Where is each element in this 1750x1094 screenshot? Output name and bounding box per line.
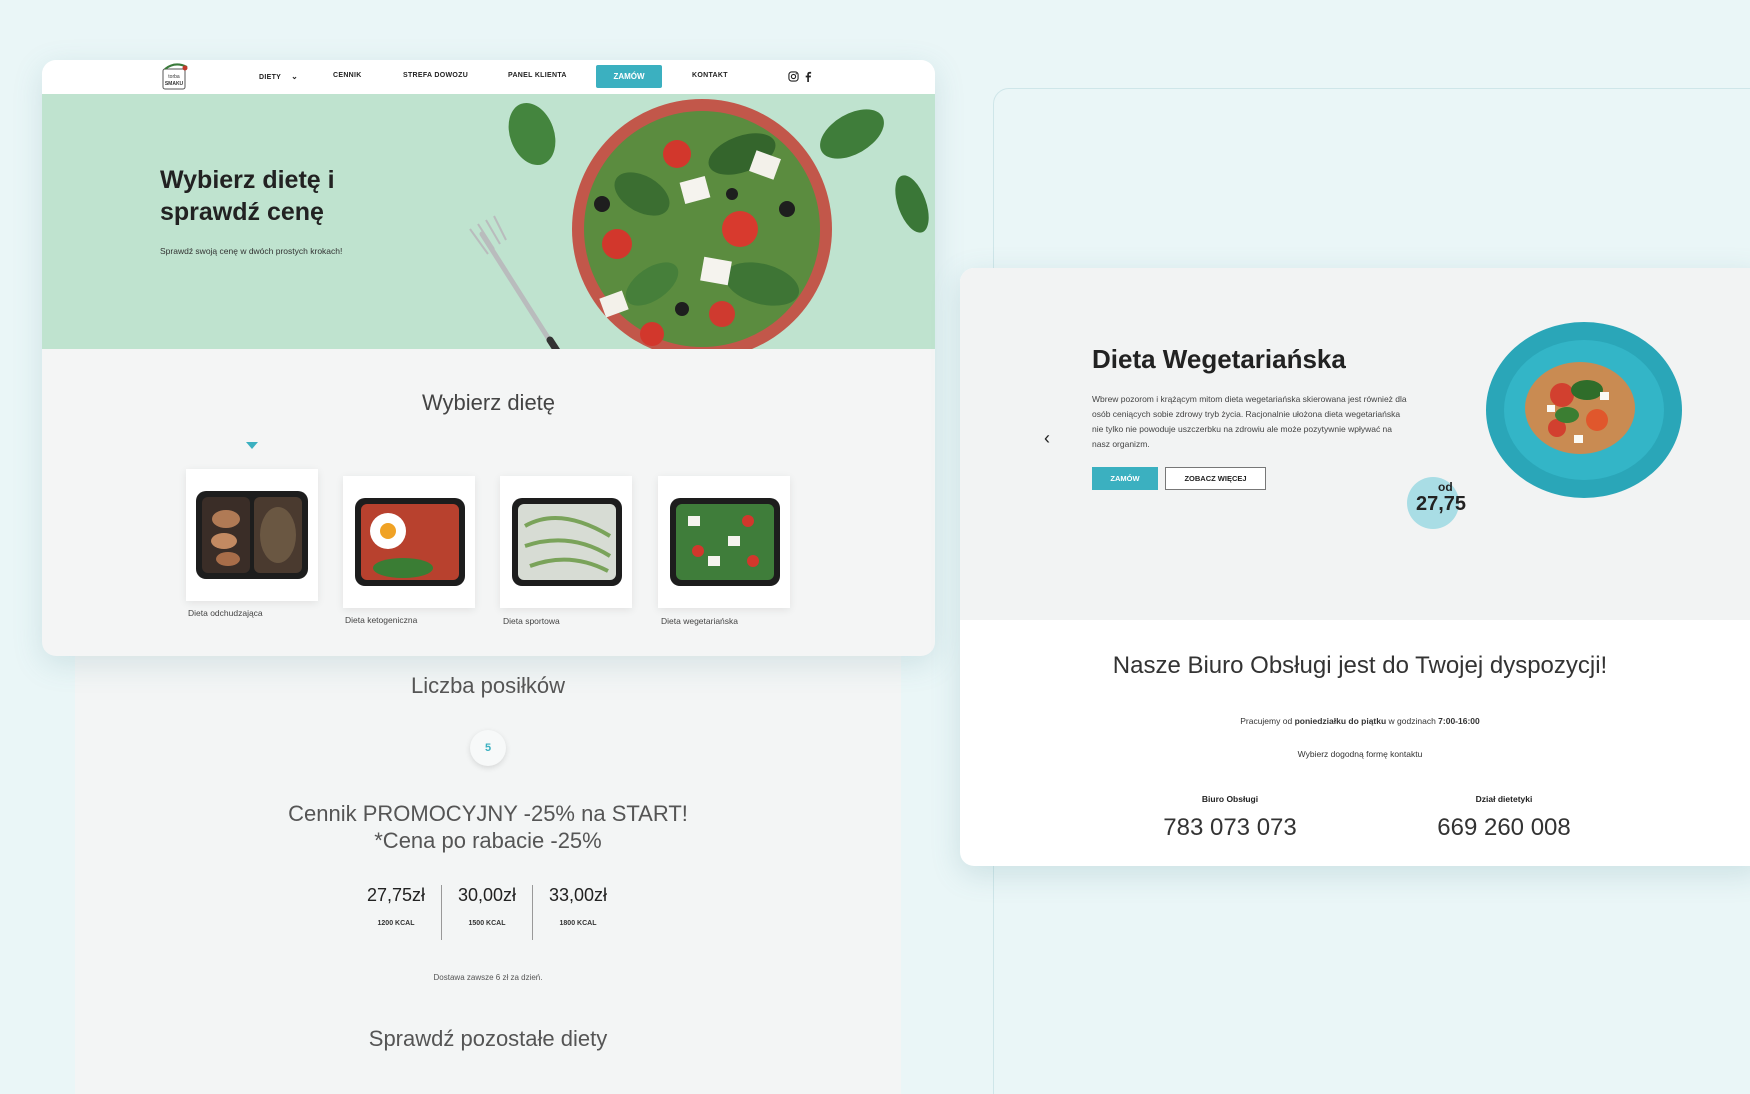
choose-diet-title: Wybierz dietę: [421, 390, 556, 415]
diet-label-ketogeniczna: Dieta ketogeniczna: [345, 615, 418, 625]
chevron-down-icon: ⌄: [291, 72, 299, 81]
meals-title: Liczba posiłków: [410, 673, 566, 698]
selected-indicator-icon: [246, 442, 258, 449]
website-preview-left: torba SMAKU DIETY ⌄ CENNIK STREFA DOWOZU …: [42, 60, 935, 656]
hero-banner: Wybierz dietę i sprawdź cenę Sprawdź swo…: [42, 94, 935, 349]
promo-line1: Cennik PROMOCYJNY -25% na START!: [288, 801, 688, 826]
hero-title: Wybierz dietę i sprawdź cenę: [160, 166, 335, 226]
diet-detail-description: Wbrew pozorom i krążącym mitom dieta weg…: [1092, 394, 1407, 449]
instagram-icon[interactable]: [788, 71, 799, 82]
logo[interactable]: torba SMAKU: [159, 63, 191, 91]
see-more-button[interactable]: ZOBACZ WIĘCEJ: [1165, 467, 1266, 490]
svg-text:SMAKU: SMAKU: [165, 81, 184, 87]
chevron-left-icon[interactable]: ‹: [1044, 428, 1050, 449]
nav-panel-klienta[interactable]: PANEL KLIENTA: [508, 72, 567, 79]
diet-card-odchudzajaca[interactable]: [186, 469, 318, 601]
meal-box-image: [670, 498, 780, 586]
order-button[interactable]: ZAMÓW: [596, 65, 662, 88]
price-kcal: 1800 KCAL: [559, 920, 597, 927]
diet-label-sportowa: Dieta sportowa: [503, 616, 560, 626]
website-preview-right: ‹ Dieta Wegetariańska Wbrew pozorom i kr…: [960, 268, 1750, 866]
price-plan-1800[interactable]: 33,00zł 1800 KCAL: [533, 885, 623, 927]
contact-dietetics-label: Dział dietetyki: [1475, 794, 1533, 804]
contact-dietetics: Dział dietetyki 669 260 008: [1404, 794, 1604, 842]
contact-hours: Pracujemy od poniedziałku do piątku w go…: [1240, 716, 1480, 726]
svg-text:torba: torba: [168, 74, 180, 80]
contact-dietetics-phone[interactable]: 669 260 008: [1404, 814, 1604, 842]
diet-detail-title: Dieta Wegetariańska: [1092, 344, 1346, 374]
diet-card-sportowa[interactable]: [500, 476, 632, 608]
diet-card-ketogeniczna[interactable]: [343, 476, 475, 608]
meal-box-image: [196, 491, 308, 579]
promo-line2: *Cena po rabacie -25%: [374, 828, 602, 853]
meal-box-image: [512, 498, 622, 586]
contact-title: Nasze Biuro Obsługi jest do Twojej dyspo…: [1112, 652, 1608, 679]
other-diets-title: Sprawdź pozostałe diety: [368, 1026, 608, 1051]
delivery-note: Dostawa zawsze 6 zł za dzień.: [433, 973, 543, 982]
price-kcal: 1200 KCAL: [377, 920, 415, 927]
nav-diety[interactable]: DIETY ⌄: [259, 72, 298, 81]
price-plan-1200[interactable]: 27,75zł 1200 KCAL: [351, 885, 441, 927]
dish-plate-image: [1486, 322, 1682, 498]
diet-detail-section: ‹ Dieta Wegetariańska Wbrew pozorom i kr…: [960, 268, 1750, 620]
price-value: 30,00zł: [457, 885, 517, 905]
meal-box-image: [355, 498, 465, 586]
contact-choose-text: Wybierz dogodną formę kontaktu: [1297, 749, 1423, 759]
order-button[interactable]: ZAMÓW: [1092, 467, 1158, 490]
price-value: 27,75zł: [366, 885, 426, 905]
nav-cennik[interactable]: CENNIK: [333, 72, 362, 79]
diet-label-wegetarianska: Dieta wegetariańska: [661, 616, 739, 626]
diet-card-wegetarianska[interactable]: [658, 476, 790, 608]
promo-heading: Cennik PROMOCYJNY -25% na START! *Cena p…: [75, 800, 901, 854]
price-plan-1500[interactable]: 30,00zł 1500 KCAL: [442, 885, 532, 927]
top-nav: torba SMAKU DIETY ⌄ CENNIK STREFA DOWOZU …: [42, 60, 935, 94]
contact-office-phone[interactable]: 783 073 073: [1130, 814, 1330, 842]
nav-strefa-dowozu[interactable]: STREFA DOWOZU: [403, 72, 468, 79]
meal-count-button[interactable]: 5: [470, 730, 506, 766]
contact-office: Biuro Obsługi 783 073 073: [1130, 794, 1330, 842]
hero-subtitle: Sprawdź swoją cenę w dwóch prostych krok…: [160, 246, 343, 256]
price-value: 33,00zł: [548, 885, 608, 905]
price-from-value: 27,75: [1416, 493, 1467, 515]
nav-kontakt[interactable]: KONTAKT: [692, 72, 728, 79]
price-kcal: 1500 KCAL: [468, 920, 506, 927]
facebook-icon[interactable]: [804, 71, 812, 82]
diet-label-odchudzajaca: Dieta odchudzająca: [188, 608, 263, 618]
contact-office-label: Biuro Obsługi: [1201, 794, 1259, 804]
price-prefix: od: [1438, 480, 1453, 494]
